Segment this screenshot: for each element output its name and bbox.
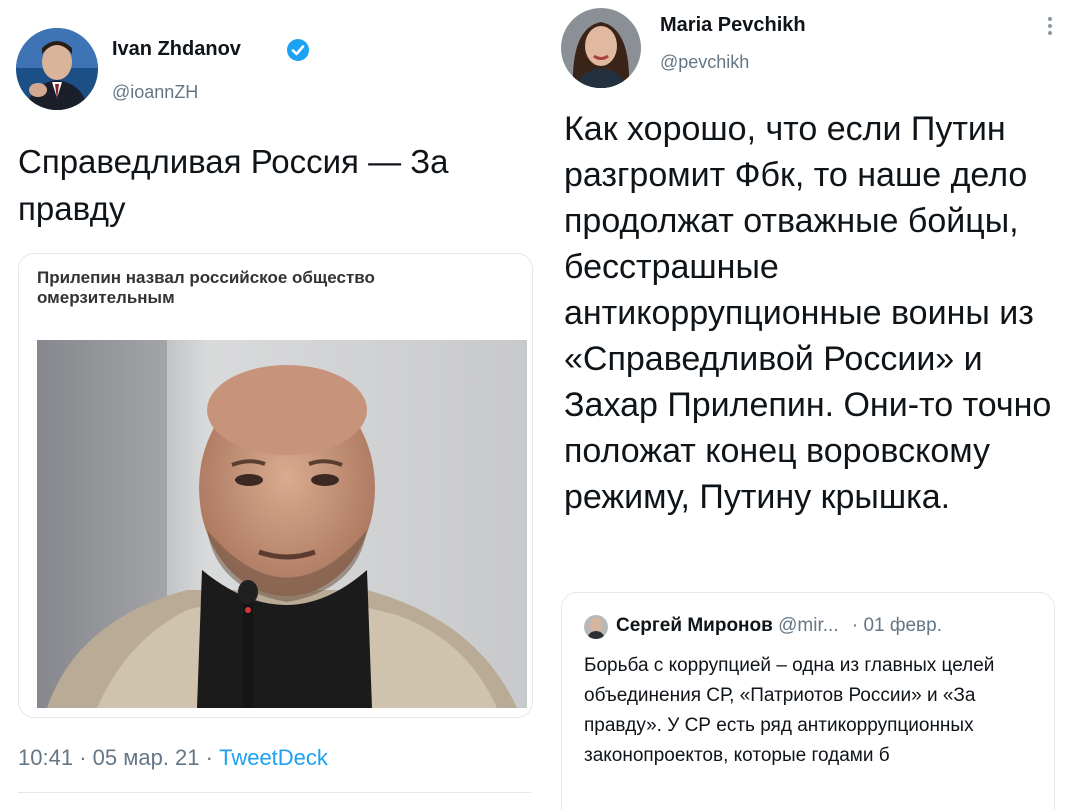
quoted-date[interactable]: · 01 февр. [852, 615, 942, 636]
tweet-meta: 10:41 · 05 мар. 21 · TweetDeck [18, 745, 328, 771]
tweet-time[interactable]: 10:41 [18, 745, 73, 770]
meta-separator: · [205, 745, 213, 770]
quoted-avatar[interactable] [584, 615, 608, 639]
avatar[interactable] [561, 8, 641, 88]
author-name[interactable]: Maria Pevchikh [660, 14, 806, 37]
author-name[interactable]: Ivan Zhdanov [112, 38, 241, 61]
author-handle[interactable]: @ioannZH [112, 82, 198, 103]
card-headline: Прилепин назвал российское общество омер… [37, 268, 375, 307]
avatar[interactable] [16, 28, 98, 110]
avatar-photo [561, 8, 641, 88]
tweet-ivan-zhdanov: Ivan Zhdanov @ioannZH Справедливая Росси… [0, 0, 548, 810]
tweet-text: Как хорошо, что если Путин разгромит Фбк… [564, 110, 1052, 516]
author-handle[interactable]: @pevchikh [660, 52, 749, 73]
tweet-source-link[interactable]: TweetDeck [219, 745, 328, 770]
tweet-text: Справедливая Россия — За правду [18, 143, 449, 227]
avatar-photo [16, 28, 98, 110]
more-vertical-icon[interactable] [1044, 14, 1056, 38]
card-image [37, 340, 527, 708]
quoted-author-line: Сергей Миронов @mir... · 01 февр. [616, 615, 942, 637]
tweet-maria-pevchikh: Maria Pevchikh @pevchikh Как хорошо, что… [548, 0, 1080, 810]
quoted-text: Борьба с коррупцией – одна из главных це… [584, 655, 995, 766]
quoted-tweet[interactable]: Сергей Миронов @mir... · 01 февр. Борьба… [561, 592, 1055, 810]
bottom-divider [18, 792, 531, 793]
tweet-date[interactable]: 05 мар. 21 [93, 745, 200, 770]
link-card[interactable]: Прилепин назвал российское общество омер… [18, 253, 533, 718]
verified-badge-icon [286, 38, 310, 62]
quoted-author-handle[interactable]: @mir... [778, 615, 838, 636]
quoted-author-name[interactable]: Сергей Миронов [616, 615, 773, 636]
meta-separator: · [79, 745, 87, 770]
